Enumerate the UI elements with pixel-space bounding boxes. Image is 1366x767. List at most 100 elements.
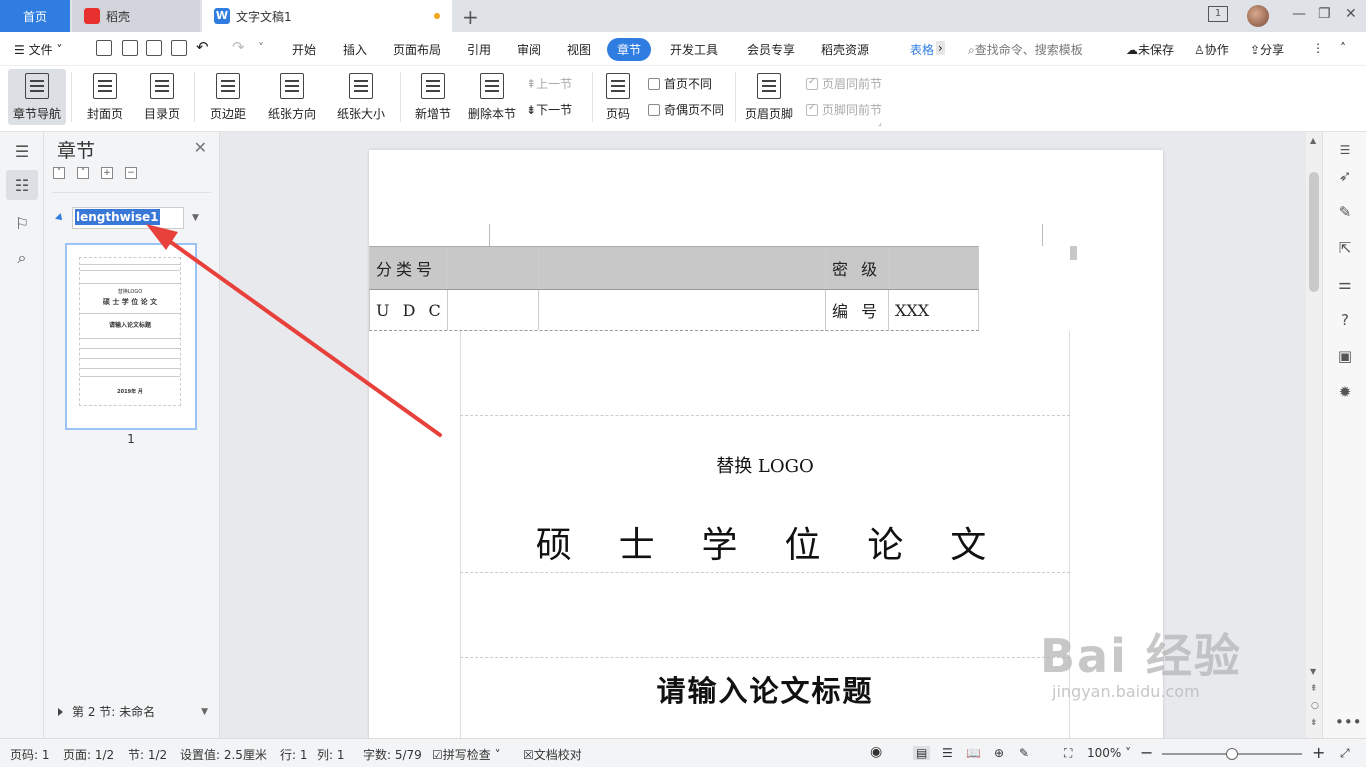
degree-title[interactable]: 硕 士 学 位 论 文 [460, 516, 1070, 568]
ribbon-expand-icon[interactable]: ⌟ [878, 118, 882, 127]
web-view-icon[interactable]: ⊕ [994, 746, 1004, 760]
menu-member[interactable]: 会员专享 [747, 41, 795, 58]
unsaved-button[interactable]: ☁未保存 [1126, 41, 1174, 58]
section-1-item[interactable]: lengthwise1 ▼ [55, 207, 199, 229]
header-footer-button[interactable]: 页眉页脚 [742, 69, 796, 125]
table-resize-handle[interactable] [1070, 246, 1077, 260]
close-window-icon[interactable]: ✕ [1345, 6, 1357, 22]
tab-home[interactable]: 首页 [0, 0, 70, 32]
document-outline-icon[interactable]: ☰ [11, 140, 33, 162]
menu-start[interactable]: 开始 [292, 41, 316, 58]
write-mode-icon[interactable]: ✎ [1019, 746, 1029, 760]
tab-daoke[interactable]: 稻壳 [72, 0, 200, 32]
menu-table[interactable]: 表格 [910, 41, 934, 58]
scroll-up-icon[interactable]: ▲ [1310, 136, 1316, 145]
tab-document[interactable]: W 文字文稿1 [202, 0, 452, 32]
menu-section[interactable]: 章节 [607, 38, 652, 61]
rocket-icon[interactable]: ➶ [1335, 166, 1355, 186]
collapse-ribbon-icon[interactable]: ˄ [1340, 41, 1346, 55]
table-cell[interactable]: 分类号 [370, 247, 448, 289]
menu-view[interactable]: 视图 [567, 41, 591, 58]
status-line[interactable]: 行: 1 [280, 746, 308, 763]
reading-view-icon[interactable]: 📖 [966, 746, 981, 760]
save-icon[interactable] [96, 40, 112, 56]
status-page[interactable]: 页码: 1 [10, 746, 50, 763]
menu-insert[interactable]: 插入 [343, 41, 367, 58]
restore-icon[interactable]: ❐ [1318, 6, 1331, 22]
zoom-in-button[interactable]: + [1312, 743, 1325, 762]
menu-daoke-resources[interactable]: 稻壳资源 [821, 41, 869, 58]
outline-view-icon[interactable]: ☰ [942, 746, 953, 760]
redo-icon[interactable]: ↷ [232, 38, 245, 56]
collapse-minus-icon[interactable]: − [125, 167, 137, 179]
status-words[interactable]: 字数: 5/79 [363, 746, 422, 763]
menu-page-layout[interactable]: 页面布局 [393, 41, 441, 58]
logo-placeholder-text[interactable]: 替换 LOGO [460, 452, 1070, 478]
lightbulb-icon[interactable]: ✹ [1335, 382, 1355, 402]
table-cell[interactable] [539, 247, 826, 289]
undo-icon[interactable]: ↶ [196, 38, 209, 56]
next-page-icon[interactable]: ⇟ [1310, 718, 1318, 728]
select-browse-icon[interactable]: ○ [1311, 701, 1319, 711]
bookmark-icon[interactable]: ⚐ [11, 212, 33, 234]
window-count-icon[interactable]: 1 [1208, 6, 1228, 22]
expand-plus-icon[interactable]: + [101, 167, 113, 179]
section-nav-button[interactable]: 章节导航 [8, 69, 66, 125]
avatar[interactable] [1247, 5, 1269, 27]
page-view-icon[interactable]: ▤ [913, 746, 931, 760]
collapse-all-icon[interactable]: ˄ [77, 167, 89, 179]
new-section-button[interactable]: 新增节 [409, 69, 457, 125]
menu-review[interactable]: 审阅 [517, 41, 541, 58]
section-rename-input[interactable]: lengthwise1 [72, 207, 184, 229]
section-2-dropdown-icon[interactable]: ▼ [201, 707, 208, 717]
fit-page-icon[interactable]: ⛶ [1064, 746, 1072, 761]
share-button[interactable]: ⇪分享 [1250, 41, 1284, 58]
first-page-different-checkbox[interactable]: 首页不同 [648, 75, 712, 92]
vertical-scrollbar[interactable]: ▲ ▼ ⇞ ○ ⇟ [1306, 132, 1322, 738]
menu-references[interactable]: 引用 [467, 41, 491, 58]
proofread-button[interactable]: ☒文档校对 [523, 746, 582, 763]
table-cell[interactable]: U D C [370, 290, 448, 330]
section-1-dropdown-icon[interactable]: ▼ [192, 213, 199, 223]
quick-access-dropdown-icon[interactable]: ˅ [258, 41, 264, 55]
menu-more-chevron-icon[interactable]: › [936, 41, 945, 55]
prev-section-button[interactable]: ⇞ 上一节 [526, 75, 572, 92]
image-tool-icon[interactable]: ▣ [1335, 346, 1355, 366]
eye-protection-icon[interactable]: ◉ [870, 744, 882, 760]
zoom-out-button[interactable]: − [1140, 743, 1153, 762]
print-preview-icon[interactable] [171, 40, 187, 56]
zoom-dropdown[interactable]: 100% ˅ [1087, 746, 1131, 760]
thesis-title-placeholder[interactable]: 请输入论文标题 [460, 668, 1070, 710]
search-command[interactable]: ⌕查找命令、搜索模板 [968, 41, 1083, 58]
header-same-as-prev-checkbox[interactable]: 页眉同前节 [806, 75, 882, 92]
collab-button[interactable]: ♙协作 [1194, 41, 1229, 58]
table-cell[interactable]: XXX [889, 290, 980, 330]
paper-size-button[interactable]: 纸张大小 [331, 69, 391, 125]
next-section-button[interactable]: ⇟ 下一节 [526, 101, 572, 118]
table-cell[interactable] [448, 247, 539, 289]
menu-developer[interactable]: 开发工具 [670, 41, 718, 58]
help-icon[interactable]: ? [1335, 310, 1355, 330]
scroll-down-icon[interactable]: ▼ [1310, 667, 1316, 676]
fullscreen-icon[interactable]: ⤢ [1340, 746, 1350, 761]
table-cell[interactable] [539, 290, 826, 330]
expand-all-icon[interactable]: ˅ [53, 167, 65, 179]
section-2-item[interactable]: 第 2 节: 未命名 ▼ [58, 703, 208, 720]
status-setting[interactable]: 设置值: 2.5厘米 [180, 746, 267, 763]
table-cell[interactable]: 密 级 [826, 247, 889, 289]
new-tab-icon[interactable]: + [462, 5, 479, 29]
section-nav-rail-icon[interactable]: ☷ [6, 170, 38, 200]
delete-section-button[interactable]: 删除本节 [466, 69, 518, 125]
cover-page-button[interactable]: 封面页 [80, 69, 130, 125]
orientation-button[interactable]: 纸张方向 [262, 69, 322, 125]
close-panel-icon[interactable]: ✕ [194, 138, 207, 157]
pen-icon[interactable]: ✎ [1335, 202, 1355, 222]
status-section[interactable]: 节: 1/2 [128, 746, 167, 763]
more-options-icon[interactable]: ⋮ [1312, 41, 1324, 55]
export-pdf-icon[interactable] [122, 40, 138, 56]
minimize-icon[interactable]: — [1292, 6, 1306, 22]
table-cell[interactable] [448, 290, 539, 330]
footer-same-as-prev-checkbox[interactable]: 页脚同前节 [806, 101, 882, 118]
zoom-slider-knob[interactable] [1226, 748, 1238, 760]
page-number-button[interactable]: 页码 [598, 69, 638, 125]
